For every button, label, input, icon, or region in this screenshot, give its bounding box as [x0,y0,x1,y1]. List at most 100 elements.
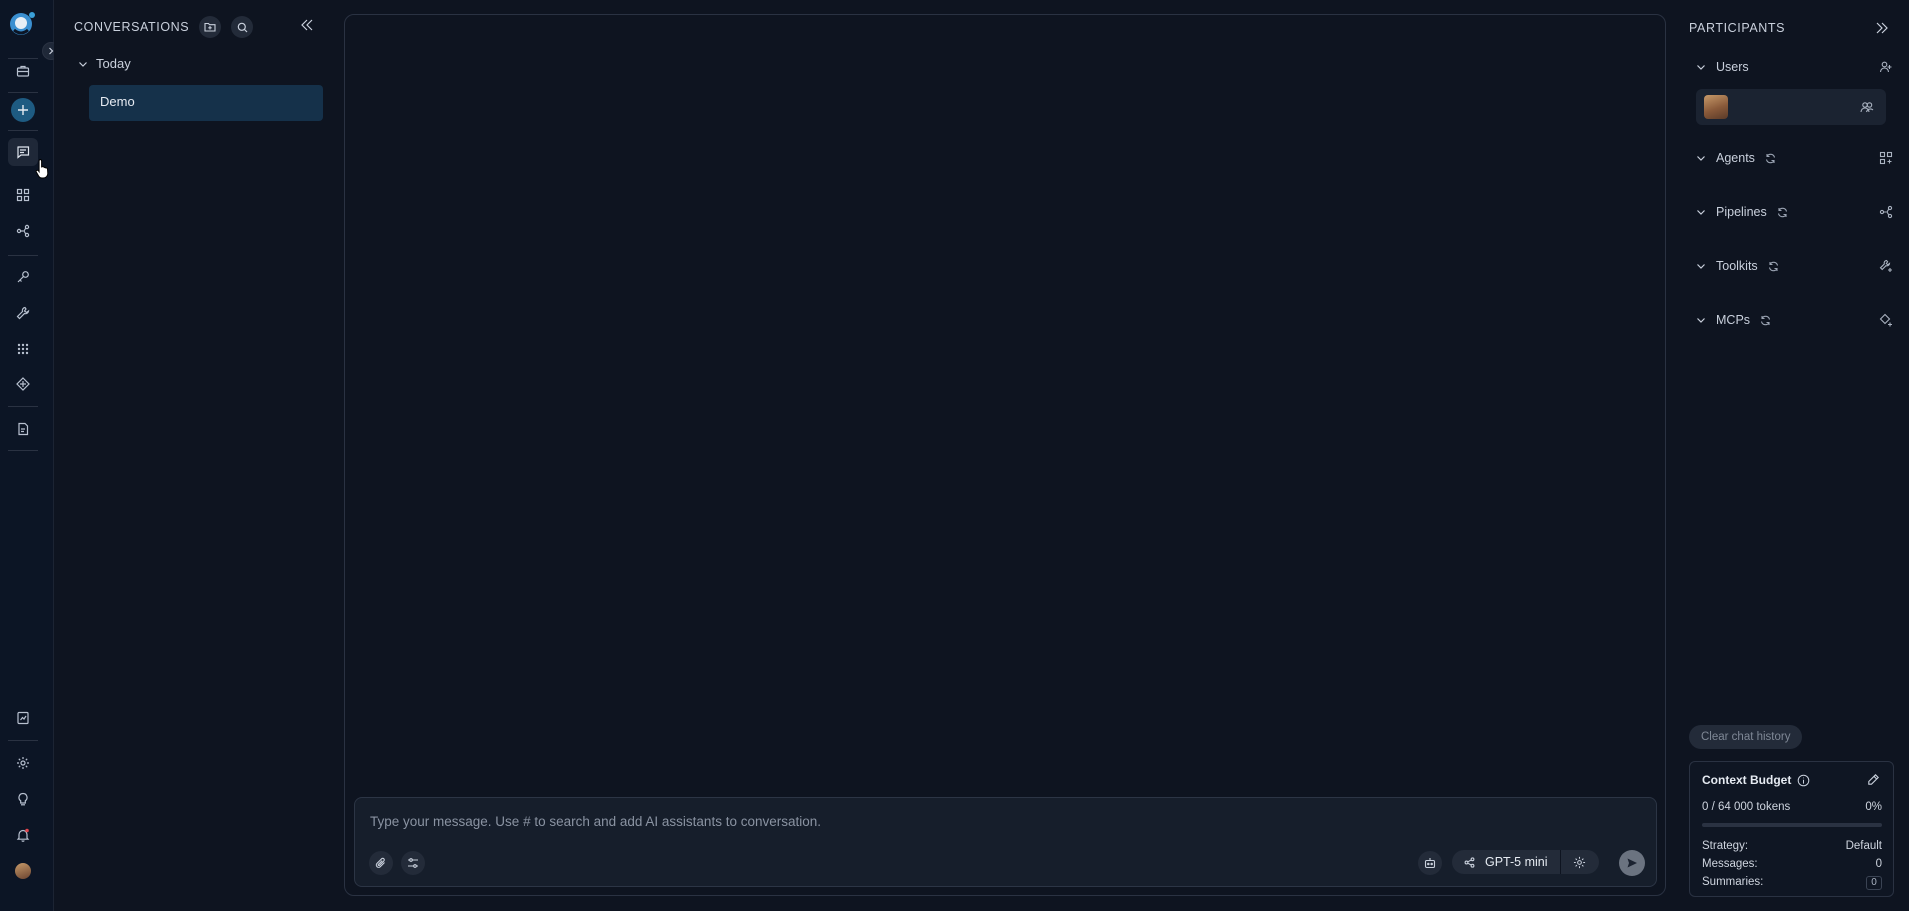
app-root: CONVERSATIONS Today Demo Type your messa… [0,0,1909,911]
apps-grid-icon[interactable] [12,184,34,206]
icon-rail [0,0,60,911]
messages-value: 0 [1875,858,1882,870]
chevrons-left-icon [301,19,313,31]
users-icon[interactable] [1860,100,1874,114]
summaries-label: Summaries: [1702,876,1764,888]
mcp-add-icon[interactable] [1879,313,1893,327]
avatar [1704,95,1728,119]
edit-budget-button[interactable] [1867,773,1880,786]
clear-chat-history-button[interactable]: Clear chat history [1689,725,1803,749]
summaries-row: Summaries: 0 [1702,876,1882,890]
messages-row: Messages: 0 [1702,858,1882,870]
conversation-item-demo[interactable]: Demo [89,85,323,121]
add-icon[interactable] [11,98,35,122]
model-selector[interactable]: GPT-5 mini [1452,850,1599,874]
bulb-icon[interactable] [12,788,34,810]
context-budget-header: Context Budget [1702,773,1810,787]
paperclip-icon [375,857,385,868]
sliders-icon [408,858,418,868]
conversation-item-label: Demo [100,94,135,109]
apps-add-icon[interactable] [1879,151,1893,165]
send-icon [1627,858,1637,868]
settings-icon[interactable] [12,752,34,774]
messages-label: Messages: [1702,858,1758,870]
tokens-text: 0 / 64 000 tokens [1702,801,1791,813]
edit-icon [1868,774,1879,785]
collapse-participants-button[interactable] [1875,21,1889,35]
refresh-icon[interactable] [1765,153,1776,164]
message-input[interactable] [370,814,1570,829]
key-icon[interactable] [12,266,34,288]
group-today[interactable]: Today [78,56,131,71]
mouse-cursor [35,158,51,180]
section-mcps[interactable]: MCPs [1696,310,1896,330]
tokens-row: 0 / 64 000 tokens 0% [1702,801,1882,813]
logo-icon[interactable] [8,10,36,38]
bell-icon[interactable] [12,824,34,846]
user-card[interactable] [1696,89,1886,125]
conversations-panel: CONVERSATIONS Today Demo [54,0,338,911]
info-icon[interactable] [1797,774,1810,787]
chevron-down-icon [1697,210,1705,215]
options-button[interactable] [401,851,425,875]
document-icon[interactable] [12,418,34,440]
section-label: Toolkits [1716,259,1758,273]
chevron-down-icon [1697,318,1705,323]
avatar[interactable] [12,860,34,882]
tokens-progress-bar [1702,823,1882,827]
agent-button[interactable] [1418,851,1442,875]
grid-dots-icon[interactable] [12,338,34,360]
gear-icon [1573,856,1586,868]
diamond-icon[interactable] [12,373,34,395]
wrench-icon[interactable] [12,302,34,324]
participants-panel: PARTICIPANTS Users Agents Pipelines Tool… [1672,0,1909,911]
chevron-down-icon [1697,65,1705,70]
refresh-icon[interactable] [1768,261,1779,272]
chevron-down-icon [79,61,87,67]
share-icon [1464,856,1475,868]
section-label: Pipelines [1716,205,1767,219]
chat-icon[interactable] [8,138,38,166]
chevron-down-icon [1697,156,1705,161]
model-settings-button[interactable] [1561,850,1599,874]
folder-plus-icon [204,22,216,32]
summaries-value: 0 [1866,876,1882,890]
chevron-down-icon [1697,264,1705,269]
chevrons-right-icon [1876,22,1888,34]
attach-button[interactable] [369,851,393,875]
section-agents[interactable]: Agents [1696,148,1896,168]
send-button[interactable] [1619,850,1645,876]
briefcase-icon[interactable] [12,60,34,82]
section-toolkits[interactable]: Toolkits [1696,256,1896,276]
conversations-header: CONVERSATIONS [74,16,254,38]
strategy-label: Strategy: [1702,840,1749,852]
context-budget-card: Context Budget 0 / 64 000 tokens 0% Stra… [1689,761,1894,897]
group-label: Today [96,56,131,71]
message-composer: GPT-5 mini [354,797,1657,887]
section-label: Agents [1716,151,1755,165]
tokens-percent: 0% [1865,801,1882,813]
strategy-value: Default [1845,840,1882,852]
section-label: MCPs [1716,313,1751,327]
report-icon[interactable] [12,707,34,729]
section-users[interactable]: Users [1696,57,1896,77]
strategy-row: Strategy: Default [1702,840,1882,852]
pipeline-icon[interactable] [12,220,34,242]
add-user-icon[interactable] [1879,60,1893,74]
participants-title: PARTICIPANTS [1689,21,1786,35]
section-label: Users [1716,60,1749,74]
wrench-add-icon[interactable] [1879,259,1893,273]
new-folder-button[interactable] [199,16,222,38]
search-button[interactable] [231,16,254,38]
robot-icon [1424,858,1436,869]
model-select-button[interactable]: GPT-5 mini [1452,850,1561,874]
pipeline-add-icon[interactable] [1879,205,1893,219]
collapse-conversations-button[interactable] [300,18,314,32]
section-pipelines[interactable]: Pipelines [1696,202,1896,222]
chat-area: GPT-5 mini [344,14,1666,896]
refresh-icon[interactable] [1760,315,1771,326]
context-budget-title: Context Budget [1702,773,1792,787]
refresh-icon[interactable] [1777,207,1788,218]
conversations-title: CONVERSATIONS [74,20,190,34]
model-name: GPT-5 mini [1485,855,1548,869]
